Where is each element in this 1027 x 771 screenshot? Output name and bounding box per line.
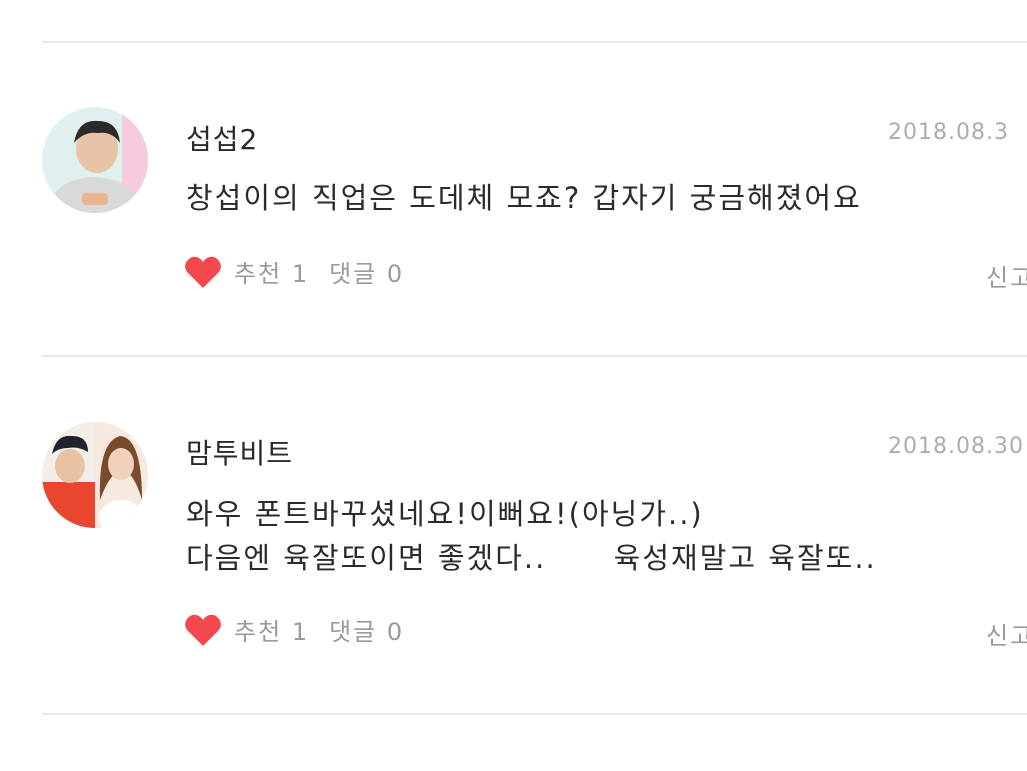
heart-icon[interactable] xyxy=(184,613,222,647)
reply-button[interactable]: 댓글 0 xyxy=(329,612,404,647)
comment-date: 2018.08.3 xyxy=(888,120,1009,145)
report-button[interactable]: 신고 xyxy=(986,258,1027,293)
comment-date: 2018.08.30 xyxy=(888,434,1024,459)
comment-author[interactable]: 섭섭2 xyxy=(186,118,258,158)
divider xyxy=(42,41,1027,43)
like-label: 추천 xyxy=(234,260,283,288)
heart-icon[interactable] xyxy=(184,255,222,289)
avatar[interactable] xyxy=(42,107,148,213)
like-label: 추천 xyxy=(234,618,283,646)
comment-list: 섭섭2 2018.08.3 창섭이의 직업은 도데체 모죠? 갑자기 궁금해졌어… xyxy=(0,0,1027,771)
reply-label: 댓글 xyxy=(329,618,378,646)
comment-actions: 추천 1 댓글 0 xyxy=(184,254,404,289)
divider xyxy=(42,355,1027,357)
reply-count: 0 xyxy=(386,260,405,288)
avatar[interactable] xyxy=(42,422,148,528)
like-count: 1 xyxy=(291,618,310,646)
report-button[interactable]: 신고 xyxy=(986,616,1027,651)
like-button[interactable]: 추천 1 xyxy=(234,612,309,647)
reply-label: 댓글 xyxy=(329,260,378,288)
comment-author[interactable]: 맘투비트 xyxy=(186,432,293,472)
reply-count: 0 xyxy=(386,618,405,646)
comment-text: 창섭이의 직업은 도데체 모죠? 갑자기 궁금해졌어요 xyxy=(186,181,862,215)
like-button[interactable]: 추천 1 xyxy=(234,254,309,289)
comment-actions: 추천 1 댓글 0 xyxy=(184,612,404,647)
divider xyxy=(42,713,1027,715)
like-count: 1 xyxy=(291,260,310,288)
comment-text: 와우 폰트바꾸셨네요!이뻐요!(아닝가..) 다음엔 육잘또이면 좋겠다.. 육… xyxy=(186,497,877,575)
reply-button[interactable]: 댓글 0 xyxy=(329,254,404,289)
